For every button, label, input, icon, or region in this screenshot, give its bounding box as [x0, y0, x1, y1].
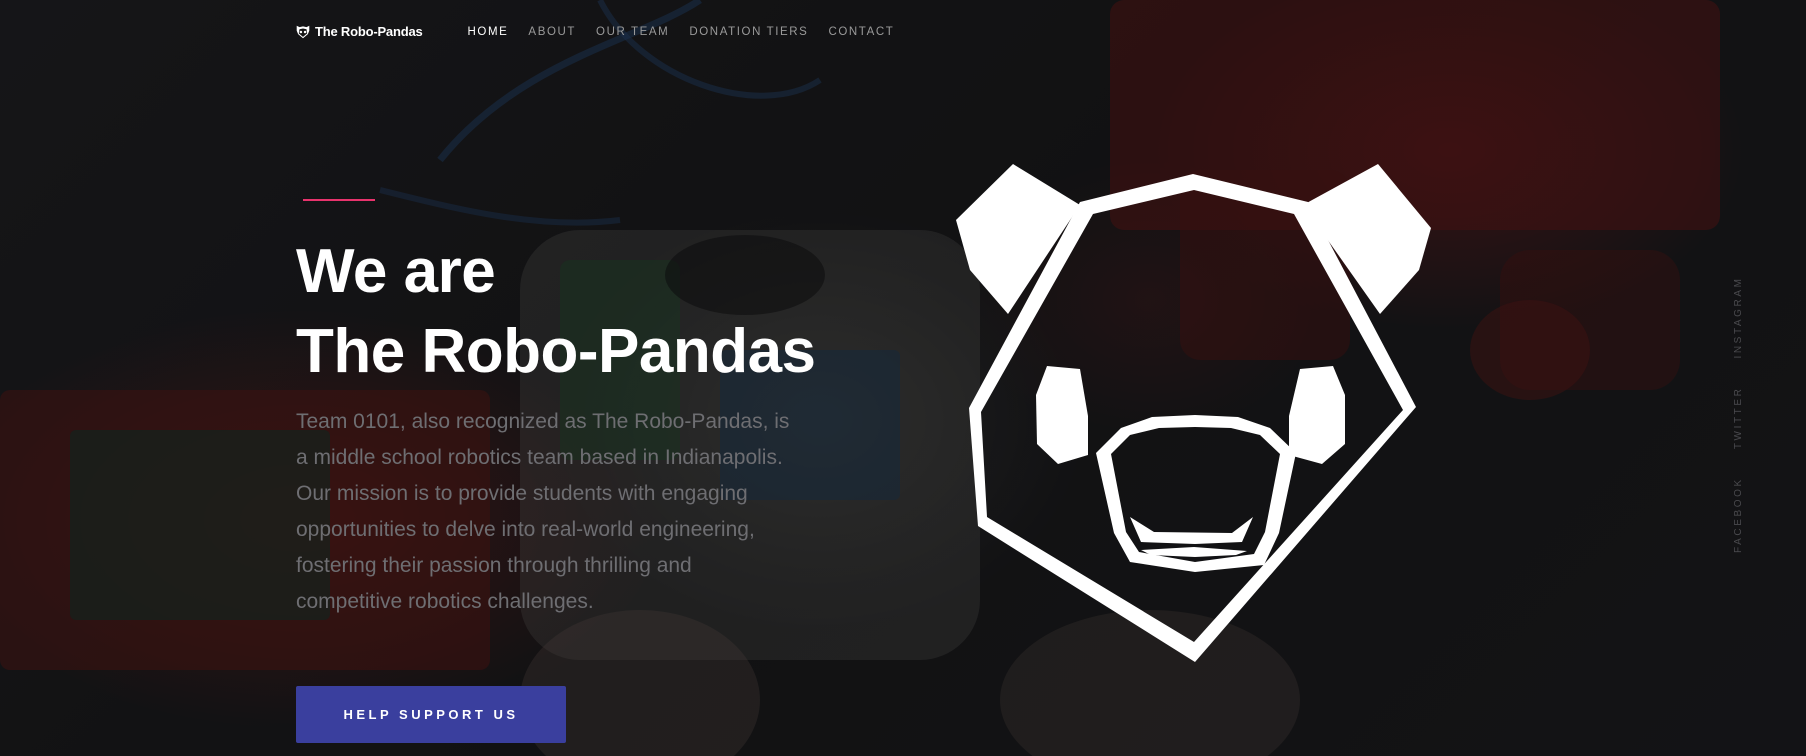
nav-home[interactable]: HOME [468, 26, 509, 38]
nav-our-team[interactable]: OUR TEAM [596, 26, 669, 38]
nav-donation-tiers[interactable]: DONATION TIERS [689, 26, 808, 38]
hero-title: We are The Robo-Pandas [296, 232, 816, 392]
help-support-button[interactable]: HELP SUPPORT US [296, 686, 566, 743]
panda-head-icon: {{"}}"} [956, 164, 1431, 662]
nav-contact[interactable]: CONTACT [828, 26, 894, 38]
social-facebook[interactable]: FACEBOOK [1732, 477, 1746, 553]
top-nav: The Robo-Pandas HOME ABOUT OUR TEAM DONA… [296, 24, 894, 39]
social-twitter[interactable]: TWITTER [1732, 387, 1746, 450]
nav-about[interactable]: ABOUT [528, 26, 576, 38]
main-menu: HOME ABOUT OUR TEAM DONATION TIERS CONTA… [468, 26, 895, 38]
hero-title-line-2: The Robo-Pandas [296, 317, 816, 386]
background-overlay [0, 0, 1806, 756]
brand-logo[interactable]: The Robo-Pandas [296, 24, 423, 39]
hero-title-line-1: We are [296, 237, 496, 306]
accent-line [303, 199, 375, 201]
hero-description: Team 0101, also recognized as The Robo-P… [296, 410, 790, 613]
brand-name: The Robo-Pandas [315, 24, 423, 39]
social-instagram[interactable]: INSTAGRAM [1732, 276, 1746, 358]
panda-logo-icon [296, 25, 310, 38]
social-links: FACEBOOK TWITTER INSTAGRAM [1732, 276, 1750, 553]
hero-section: The Robo-Pandas HOME ABOUT OUR TEAM DONA… [0, 0, 1806, 756]
social-links-inner: FACEBOOK TWITTER INSTAGRAM [1732, 276, 1746, 553]
